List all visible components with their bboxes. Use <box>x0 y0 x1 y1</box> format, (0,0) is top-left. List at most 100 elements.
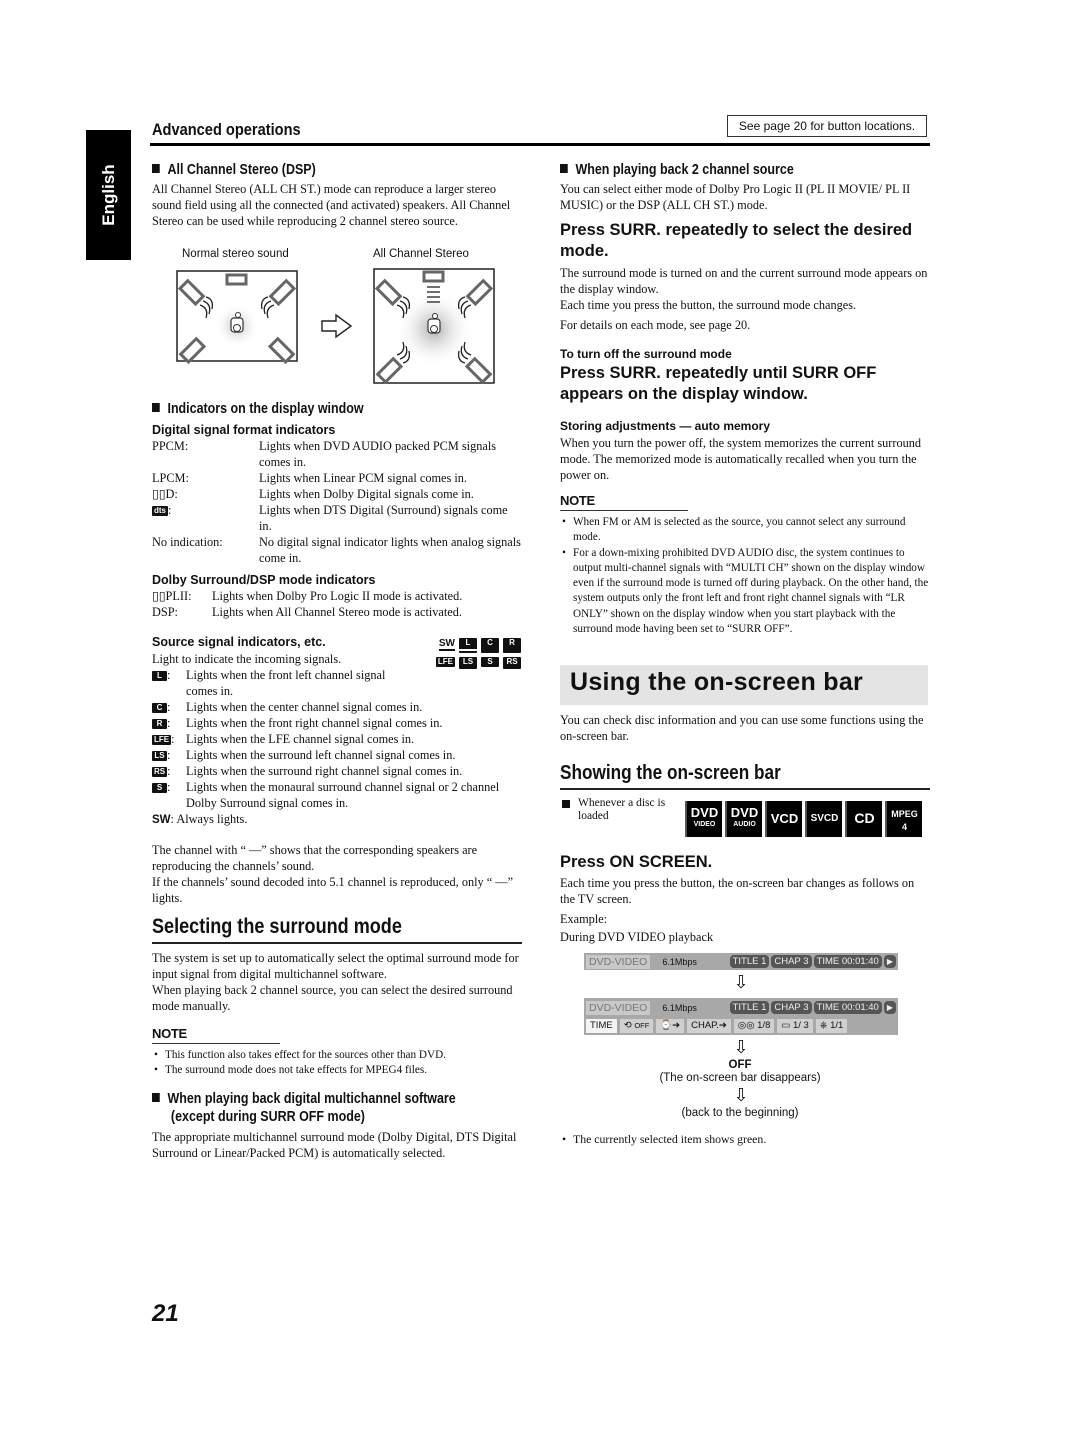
note-title: NOTE <box>560 493 688 511</box>
indicator-lfe-icon: LFE <box>152 735 172 745</box>
source-row: C: Lights when the center channel signal … <box>152 699 522 715</box>
see-page-box: See page 20 for button locations. <box>727 115 927 137</box>
note-title: NOTE <box>152 1026 280 1044</box>
osb-subtitle-button[interactable]: ▭ 1/ 3 <box>777 1019 813 1033</box>
disc-types: DVD VIDEO DVD AUDIO VCD SVCD CD MPEG 4 <box>685 801 925 837</box>
osb-banner-title: Using the on-screen bar <box>570 668 864 696</box>
osb-bar-1: DVD-VIDEO 6.1Mbps TITLE 1 CHAP 3 TIME 00… <box>584 953 898 970</box>
osb-title: TITLE 1 <box>729 1001 770 1014</box>
page-number: 21 <box>152 1300 179 1327</box>
osb-off-label: OFF <box>728 1059 752 1071</box>
osb-audio-button[interactable]: ◎◎ 1/8 <box>733 1019 775 1033</box>
osb-banner: Using the on-screen bar <box>560 665 928 705</box>
osb-time-search-button[interactable]: ⌚➔ <box>656 1019 685 1033</box>
example-context: During DVD VIDEO playback <box>560 930 714 944</box>
note-item: For a down-mixing prohibited DVD AUDIO d… <box>560 546 930 638</box>
subtitle-icon: ▭ <box>781 1020 791 1031</box>
disc-dvd-video-icon: DVD VIDEO <box>685 801 722 837</box>
language-tab-label: English <box>98 164 118 226</box>
disc-svcd-icon: SVCD <box>805 801 842 837</box>
osb-bitrate: 6.1Mbps <box>662 1002 697 1013</box>
multichannel-heading: When playing back digital multichannel s… <box>152 1091 470 1107</box>
osb-time-button[interactable]: TIME <box>586 1019 617 1033</box>
showing-osb-heading: Showing the on-screen bar <box>560 762 781 784</box>
channel-dash-note: The channel with “ —” shows that the cor… <box>152 843 478 873</box>
selecting-section: Selecting the surround mode The system i… <box>152 915 522 1161</box>
disc-note-text: Whenever a disc is loaded <box>578 797 666 822</box>
source-row: SW: Always lights. <box>152 812 248 826</box>
on-screen-step: Press ON SCREEN. <box>560 853 713 871</box>
auto-memory-body: When you turn the power off, the system … <box>560 436 922 482</box>
dts-logo-icon: dts <box>152 506 168 516</box>
osb-bitrate: 6.1Mbps <box>662 956 697 967</box>
selecting-body-1: The system is set up to automatically se… <box>152 951 519 981</box>
indicator-s-icon: S <box>152 783 167 793</box>
source-row: LS: Lights when the surround left channel… <box>152 747 522 763</box>
disc-dvd-audio-icon: DVD AUDIO <box>725 801 762 837</box>
bullet-square-icon <box>560 164 568 173</box>
osb-title: TITLE 1 <box>729 955 770 968</box>
digital-format-title: Digital signal format indicators <box>152 423 336 437</box>
osb-section: You can check disc information and you c… <box>560 712 930 790</box>
indicators-heading: Indicators on the display window <box>152 401 470 417</box>
language-tab: English <box>86 130 131 260</box>
dolby-row: DSP: Lights when All Channel Stereo mode … <box>152 605 462 619</box>
header-rule <box>150 143 930 146</box>
indicator-rs-icon: RS <box>152 767 168 777</box>
osb-chapter-search-button[interactable]: CHAP.➔ <box>687 1019 731 1033</box>
auto-memory-title: Storing adjustments — auto memory <box>560 419 771 433</box>
two-channel-heading: When playing back 2 channel source <box>560 162 878 178</box>
two-channel-section: When playing back 2 channel source You c… <box>560 162 930 637</box>
osb-time: TIME 00:01:40 <box>813 955 882 968</box>
osb-play-icon: ▶ <box>883 955 896 968</box>
note-item: The currently selected item shows green. <box>560 1132 930 1148</box>
right-arrow-icon <box>321 313 353 339</box>
multichannel-heading-2: (except during SURR OFF mode) <box>170 1108 365 1125</box>
showing-osb-rule <box>560 788 930 790</box>
digital-row: ▯▯D: Lights when Dolby Digital signals co… <box>152 487 474 501</box>
surr-step-body-1: The surround mode is turned on and the c… <box>560 266 928 296</box>
osb-bar-2: DVD-VIDEO 6.1Mbps TITLE 1 CHAP 3 TIME 00… <box>584 998 898 1035</box>
dolby-mode-list: ▯▯PLII: Lights when Dolby Pro Logic II mo… <box>152 588 522 620</box>
acs-heading: All Channel Stereo (DSP) <box>152 162 470 178</box>
source-row: LFE: Lights when the LFE channel signal c… <box>152 732 415 746</box>
source-signal-section: Source signal indicators, etc. Light to … <box>152 635 522 906</box>
indicator-l-icon: L <box>152 671 167 681</box>
osb-chapter: CHAP 3 <box>771 955 812 968</box>
digital-format-list: PPCM: Lights when DVD AUDIO packed PCM si… <box>152 438 522 566</box>
channel-51-note: If the channels’ sound decoded into 5.1 … <box>152 875 514 905</box>
source-row: R: Lights when the front right channel si… <box>152 715 522 731</box>
surr-select-step: Press SURR. repeatedly to select the des… <box>560 221 913 260</box>
panel-lfe: LFE <box>435 657 455 667</box>
disc-note: Whenever a disc is loaded <box>560 797 685 823</box>
osb-disc-type: DVD-VIDEO <box>586 1000 651 1015</box>
indicator-panel: SW L C R LFE LS S RS <box>433 638 521 667</box>
indicators-section: Indicators on the display window Digital… <box>152 401 522 620</box>
on-screen-step-section: Press ON SCREEN. Each time you press the… <box>560 852 930 945</box>
note-item: The surround mode does not take effects … <box>152 1063 522 1079</box>
surr-step-body-3: For details on each mode, see page 20. <box>560 318 751 332</box>
osb-repeat-button[interactable]: ⟲ OFF <box>619 1019 654 1033</box>
dolby-mode-title: Dolby Surround/DSP mode indicators <box>152 573 376 587</box>
digital-row: dts: Lights when DTS Digital (Surround) s… <box>152 503 508 533</box>
selecting-notes: This function also takes effect for the … <box>152 1048 522 1079</box>
all-channel-stereo-diagram <box>373 268 495 385</box>
turn-off-title: To turn off the surround mode <box>560 347 732 361</box>
indicator-c-icon: C <box>152 703 167 713</box>
osb-final-notes: The currently selected item shows green. <box>560 1132 930 1148</box>
selecting-heading: Selecting the surround mode <box>152 915 402 938</box>
disc-cd-icon: CD <box>845 801 882 837</box>
surr-step-body-2: Each time you press the button, the surr… <box>560 298 857 312</box>
down-arrow-icon: ⇩ <box>733 972 749 993</box>
osb-angle-button[interactable]: ⎈ 1/1 <box>815 1019 848 1033</box>
note-item: When FM or AM is selected as the source,… <box>560 515 930 546</box>
dolby-row: ▯▯PLII: Lights when Dolby Pro Logic II mo… <box>152 589 463 603</box>
normal-stereo-diagram <box>176 270 298 365</box>
clock-icon: ⌚ <box>660 1020 673 1031</box>
osb-time: TIME 00:01:40 <box>813 1001 882 1014</box>
osb-disc-type: DVD-VIDEO <box>586 954 651 969</box>
indicator-panel-row2: LFE LS S RS <box>433 657 521 667</box>
panel-s: S <box>481 657 499 667</box>
section-title: Advanced operations <box>152 120 301 139</box>
caption-normal: Normal stereo sound <box>182 248 289 260</box>
